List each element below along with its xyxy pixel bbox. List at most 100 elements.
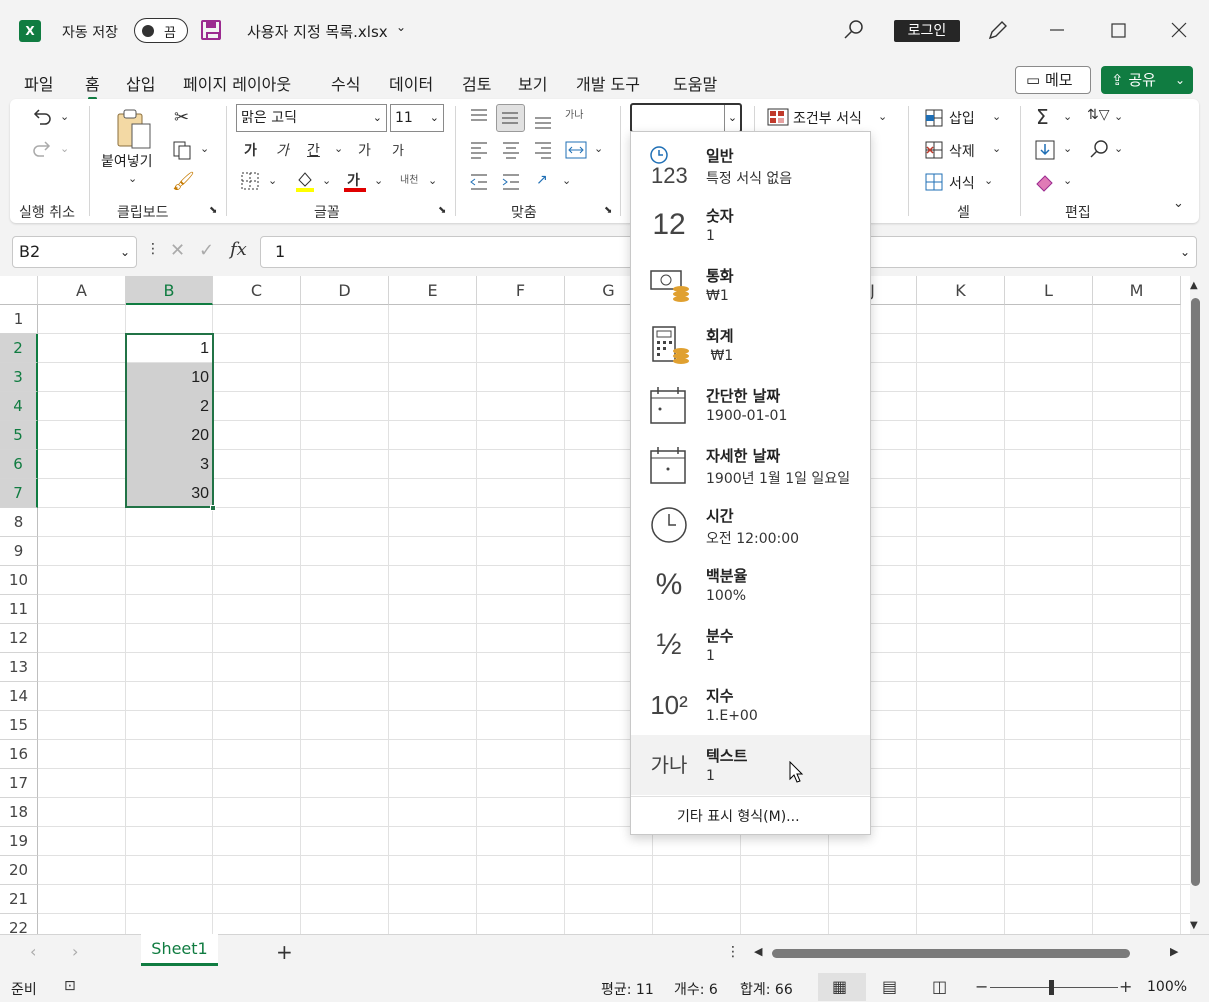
format-cells-icon[interactable] bbox=[924, 172, 944, 192]
column-header-f[interactable]: F bbox=[477, 276, 565, 305]
status-count[interactable]: 개수: 6 bbox=[674, 979, 718, 999]
row-header-10[interactable]: 10 bbox=[0, 566, 38, 595]
format-accounting[interactable]: 회계 ₩1 bbox=[631, 315, 870, 375]
scroll-down-icon[interactable]: ▼ bbox=[1190, 920, 1198, 931]
row-header-4[interactable]: 4 bbox=[0, 392, 38, 421]
save-icon[interactable] bbox=[201, 20, 221, 40]
chevron-down-icon[interactable]: ⌄ bbox=[992, 110, 1001, 123]
chevron-down-icon[interactable]: ⌄ bbox=[128, 172, 137, 185]
tab-help[interactable]: 도움말 bbox=[673, 71, 717, 95]
next-sheet-icon[interactable]: › bbox=[72, 942, 78, 961]
fill-down-icon[interactable] bbox=[1034, 139, 1056, 161]
align-middle-button[interactable] bbox=[496, 104, 525, 132]
macro-record-icon[interactable]: ⊡ bbox=[64, 978, 76, 994]
chevron-down-icon[interactable]: ⌄ bbox=[428, 174, 437, 187]
paste-icon[interactable] bbox=[114, 108, 154, 152]
delete-cells-icon[interactable] bbox=[924, 140, 944, 160]
phonetic-icon[interactable]: 내천 bbox=[400, 171, 418, 186]
zoom-slider[interactable] bbox=[990, 987, 1118, 988]
format-long-date[interactable]: 자세한 날짜 1900년 1월 1일 일요일 bbox=[631, 435, 870, 495]
conditional-format-icon[interactable] bbox=[767, 107, 789, 127]
row-header-2[interactable]: 2 bbox=[0, 334, 38, 363]
increase-indent-icon[interactable] bbox=[500, 171, 522, 193]
zoom-slider-thumb[interactable] bbox=[1049, 980, 1054, 995]
chevron-down-icon[interactable]: ⌄ bbox=[322, 174, 331, 187]
row-header-11[interactable]: 11 bbox=[0, 595, 38, 624]
row-header-13[interactable]: 13 bbox=[0, 653, 38, 682]
row-header-5[interactable]: 5 bbox=[0, 421, 38, 450]
shrink-font-button[interactable]: 가 bbox=[392, 140, 404, 159]
chevron-down-icon[interactable]: ⌄ bbox=[374, 174, 383, 187]
align-right-icon[interactable] bbox=[532, 139, 554, 161]
column-header-k[interactable]: K bbox=[917, 276, 1005, 305]
row-header-22[interactable]: 22 bbox=[0, 914, 38, 934]
row-header-3[interactable]: 3 bbox=[0, 363, 38, 392]
status-average[interactable]: 평균: 11 bbox=[601, 979, 654, 999]
collapse-ribbon-icon[interactable]: ⌄ bbox=[1173, 196, 1184, 211]
scroll-right-icon[interactable]: ▶ bbox=[1170, 945, 1178, 958]
format-time[interactable]: 시간 오전 12:00:00 bbox=[631, 495, 870, 555]
cell-b5[interactable]: 20 bbox=[126, 421, 213, 450]
zoom-level[interactable]: 100% bbox=[1147, 979, 1187, 995]
row-header-6[interactable]: 6 bbox=[0, 450, 38, 479]
format-scientific[interactable]: 10² 지수 1.E+00 bbox=[631, 675, 870, 735]
column-header-m[interactable]: M bbox=[1093, 276, 1181, 305]
row-header-16[interactable]: 16 bbox=[0, 740, 38, 769]
font-color-button[interactable]: 가 bbox=[347, 170, 360, 190]
chevron-down-icon[interactable]: ⌄ bbox=[1114, 110, 1123, 123]
chevron-down-icon[interactable]: ⌄ bbox=[1063, 174, 1072, 187]
paste-label[interactable]: 붙여넣기 bbox=[101, 151, 153, 171]
insert-cells-icon[interactable] bbox=[924, 108, 944, 128]
chevron-down-icon[interactable]: ⌄ bbox=[200, 142, 209, 155]
cell-b3[interactable]: 10 bbox=[126, 363, 213, 392]
format-cells-label[interactable]: 서식 bbox=[949, 173, 975, 193]
format-general[interactable]: 123 일반 특정 서식 없음 bbox=[631, 135, 870, 195]
chevron-down-icon[interactable]: ⌄ bbox=[60, 110, 69, 123]
status-sum[interactable]: 합계: 66 bbox=[740, 979, 793, 999]
underline-button[interactable]: 간 bbox=[307, 140, 320, 160]
undo-icon[interactable] bbox=[30, 106, 54, 130]
tab-page-layout[interactable]: 페이지 레이아웃 bbox=[183, 71, 291, 95]
file-title[interactable]: 사용자 지정 목록.xlsx bbox=[247, 21, 388, 42]
column-header-b[interactable]: B bbox=[126, 276, 213, 305]
comments-button[interactable]: ▭ 메모 bbox=[1015, 66, 1091, 94]
format-short-date[interactable]: 간단한 날짜 1900-01-01 bbox=[631, 375, 870, 435]
merge-center-icon[interactable] bbox=[564, 139, 588, 161]
page-break-view-icon[interactable]: ◫ bbox=[932, 977, 947, 996]
row-header-20[interactable]: 20 bbox=[0, 856, 38, 885]
horizontal-scroll-thumb[interactable] bbox=[772, 949, 1130, 958]
sheet-tab[interactable]: Sheet1 bbox=[141, 934, 218, 966]
chevron-down-icon[interactable]: ⌄ bbox=[1063, 110, 1072, 123]
insert-function-icon[interactable]: fx bbox=[230, 239, 247, 260]
font-size-select[interactable]: 11 ⌄ bbox=[390, 104, 444, 132]
align-bottom-icon[interactable] bbox=[532, 110, 554, 132]
prev-sheet-icon[interactable]: ‹ bbox=[30, 942, 36, 961]
column-header-c[interactable]: C bbox=[213, 276, 301, 305]
row-header-8[interactable]: 8 bbox=[0, 508, 38, 537]
format-number[interactable]: 12 숫자 1 bbox=[631, 195, 870, 255]
wrap-text-icon[interactable]: 가나 bbox=[565, 106, 583, 121]
orientation-icon[interactable]: ↗ bbox=[536, 172, 548, 188]
row-header-21[interactable]: 21 bbox=[0, 885, 38, 914]
number-format-select[interactable]: ⌄ bbox=[630, 103, 742, 133]
spreadsheet-grid[interactable]: ABCDEFGHIJKLM123456789101112131415161718… bbox=[0, 276, 1190, 934]
delete-cells-label[interactable]: 삭제 bbox=[949, 141, 975, 161]
cell-b4[interactable]: 2 bbox=[126, 392, 213, 421]
bold-button[interactable]: 가 bbox=[244, 140, 257, 160]
tab-file[interactable]: 파일 bbox=[24, 71, 53, 95]
zoom-out-icon[interactable]: − bbox=[975, 977, 988, 996]
redo-icon[interactable] bbox=[30, 138, 54, 162]
tab-home[interactable]: 홈 bbox=[85, 71, 100, 100]
more-number-formats-link[interactable]: 기타 표시 형식(M)... bbox=[677, 806, 800, 826]
search-icon[interactable] bbox=[842, 18, 866, 42]
align-top-icon[interactable] bbox=[468, 106, 490, 128]
fill-color-icon[interactable] bbox=[294, 170, 316, 192]
vertical-scroll-thumb[interactable] bbox=[1191, 298, 1200, 886]
chevron-down-icon[interactable]: ⌄ bbox=[396, 20, 406, 34]
login-button[interactable]: 로그인 bbox=[894, 20, 960, 42]
more-icon[interactable]: ⋮ bbox=[146, 241, 160, 257]
decrease-indent-icon[interactable] bbox=[468, 171, 490, 193]
share-button[interactable]: ⇪ 공유 ⌄ bbox=[1101, 66, 1193, 94]
find-icon[interactable] bbox=[1088, 139, 1110, 161]
column-header-l[interactable]: L bbox=[1005, 276, 1093, 305]
